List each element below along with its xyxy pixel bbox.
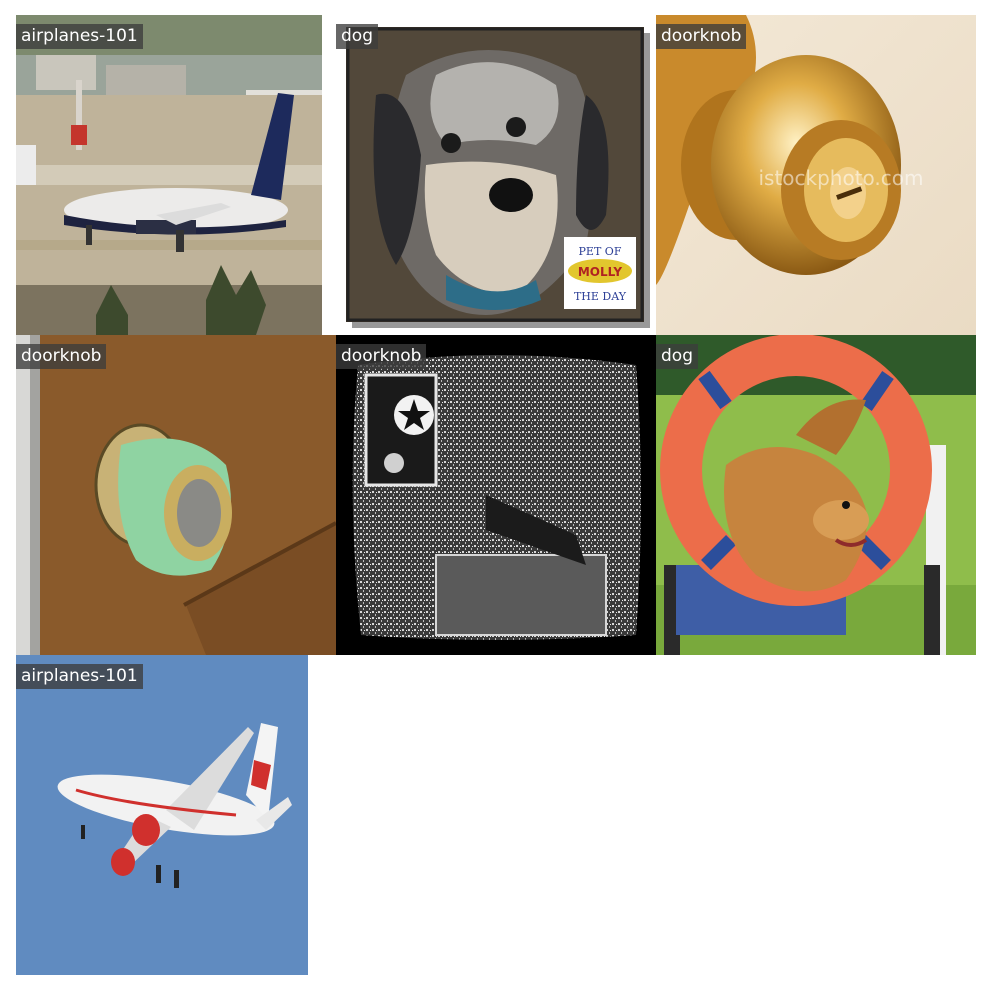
badge-line-3: THE DAY	[574, 290, 627, 303]
tile-label: doorknob	[336, 344, 427, 369]
dog-portrait-photo: PET OF MOLLY THE DAY	[336, 15, 656, 335]
tile-label: dog	[656, 344, 698, 369]
brass-doorknob-photo: istockphoto.com	[656, 15, 976, 335]
image-tile-dog-portrait[interactable]: PET OF MOLLY THE DAY dog	[336, 15, 656, 335]
tile-label: doorknob	[656, 24, 747, 49]
badge-line-2: MOLLY	[578, 265, 623, 279]
tile-label: dog	[336, 24, 378, 49]
dog-jumping-photo	[656, 335, 976, 655]
image-grid: airplanes-101 PET OF MOLLY THE DAY dog i…	[16, 15, 976, 975]
image-tile-dog-jumping[interactable]: dog	[656, 335, 976, 655]
image-tile-airplane-runway[interactable]: airplanes-101	[16, 15, 322, 335]
tile-label: doorknob	[16, 344, 107, 369]
image-tile-green-doorknob[interactable]: doorknob	[16, 335, 336, 655]
tile-label: airplanes-101	[16, 664, 143, 689]
image-tile-brass-doorknob[interactable]: istockphoto.com doorknob	[656, 15, 976, 335]
green-doorknob-photo	[16, 335, 336, 655]
airplane-sky-photo	[16, 655, 308, 975]
image-tile-airplane-sky[interactable]: airplanes-101	[16, 655, 308, 975]
airplane-runway-photo	[16, 15, 322, 335]
tile-label: airplanes-101	[16, 24, 143, 49]
badge-line-1: PET OF	[579, 245, 622, 258]
image-tile-bw-door[interactable]: doorknob	[336, 335, 656, 655]
watermark-text: istockphoto.com	[758, 166, 923, 190]
bw-door-photo	[336, 335, 656, 655]
